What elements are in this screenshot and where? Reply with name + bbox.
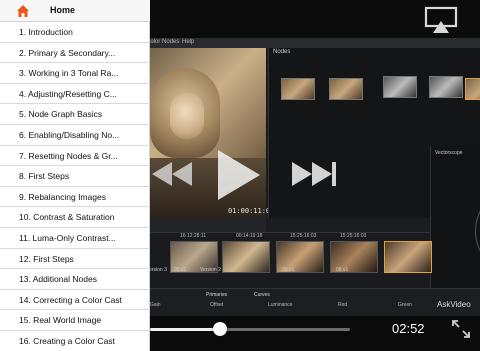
lesson-label: 9. Rebalancing Images <box>19 191 106 202</box>
home-icon[interactable] <box>16 4 30 18</box>
page-title: Home <box>50 5 76 15</box>
timeline-clip <box>222 241 270 273</box>
viewer-controls <box>140 218 266 232</box>
lesson-item[interactable]: 16. Creating a Color Cast <box>0 331 150 351</box>
rewind-icon[interactable] <box>150 160 194 188</box>
lesson-label: 13. Additional Nodes <box>19 274 97 285</box>
clip-label: Version 2 <box>200 267 221 273</box>
node-03 <box>383 76 417 98</box>
lesson-label: 2. Primary & Secondary... <box>19 47 116 58</box>
lesson-item[interactable]: 6. Enabling/Disabling No... <box>0 125 150 146</box>
scrubber-fill <box>150 328 220 331</box>
lesson-item[interactable]: 2. Primary & Secondary... <box>0 43 150 64</box>
vectorscope-title: Vectorscope <box>435 150 463 156</box>
node-04 <box>429 76 463 98</box>
lesson-label: 11. Luma-Only Contrast... <box>19 232 116 243</box>
timeline-clip <box>384 241 432 273</box>
lesson-item[interactable]: 10. Contrast & Saturation <box>0 207 150 228</box>
menu-nodes: Nodes <box>162 39 180 45</box>
vectorscope-panel: Vectorscope <box>430 146 480 296</box>
lesson-label: 7. Resetting Nodes & Gr... <box>19 150 118 161</box>
lesson-item[interactable]: 14. Correcting a Color Cast <box>0 290 150 311</box>
lesson-label: 10. Contrast & Saturation <box>19 212 115 223</box>
clip-label: 05 v1 <box>282 267 295 273</box>
video-player: Color Nodes Help 01:00:11:06 Nodes Vecto… <box>0 0 480 351</box>
node-05 <box>465 78 480 100</box>
lesson-label: 5. Node Graph Basics <box>19 109 103 120</box>
scrubber-thumb[interactable] <box>213 322 227 336</box>
lesson-label: 4. Adjusting/Resetting C... <box>19 88 117 99</box>
lesson-item[interactable]: 5. Node Graph Basics <box>0 104 150 125</box>
lesson-item[interactable]: 1. Introduction <box>0 22 150 43</box>
lesson-item[interactable]: 11. Luma-Only Contrast... <box>0 228 150 249</box>
lesson-list: 1. Introduction 2. Primary & Secondary...… <box>0 22 150 351</box>
airplay-icon[interactable] <box>424 6 458 34</box>
lesson-item[interactable]: 15. Real World Image <box>0 310 150 331</box>
clip-timecode: 16:12:28:11 <box>180 233 207 239</box>
color-wheels-panel: Primaries Curves Gain Offset Luminance R… <box>140 288 480 316</box>
curve-label-red: Red <box>338 302 348 308</box>
lesson-item[interactable]: 3. Working in 3 Tonal Ra... <box>0 63 150 84</box>
play-icon[interactable] <box>216 148 262 202</box>
lesson-sidebar: Home 1. Introduction 2. Primary & Seconda… <box>0 0 150 351</box>
fast-forward-icon[interactable] <box>290 160 338 188</box>
curve-label-luminance: Luminance <box>268 302 293 308</box>
clip-timecode: 15:25:16:03 <box>290 233 317 239</box>
menu-help: Help <box>182 39 195 45</box>
wheel-label-gain: Gain <box>150 302 161 308</box>
node-02 <box>329 78 363 100</box>
wheel-label-offset: Offset <box>210 302 224 308</box>
progress-scrubber[interactable] <box>150 320 350 340</box>
lesson-item[interactable]: 12. First Steps <box>0 249 150 270</box>
watermark-logo: AskVideo <box>437 300 471 309</box>
lesson-label: 1. Introduction <box>19 27 73 37</box>
lesson-item[interactable]: 8. First Steps <box>0 166 150 187</box>
tab-curves: Curves <box>254 292 270 298</box>
node-01 <box>281 78 315 100</box>
lesson-label: 6. Enabling/Disabling No... <box>19 129 120 140</box>
clip-label: 08 v1 <box>336 267 349 273</box>
lesson-label: 15. Real World Image <box>19 315 102 326</box>
lesson-label: 8. First Steps <box>19 171 70 182</box>
lesson-label: 12. First Steps <box>19 253 74 264</box>
lesson-label: 3. Working in 3 Tonal Ra... <box>19 68 119 79</box>
lesson-label: 16. Creating a Color Cast <box>19 335 115 346</box>
nodes-panel-title: Nodes <box>273 49 291 55</box>
sidebar-header: Home <box>0 0 150 22</box>
lesson-item[interactable]: 7. Resetting Nodes & Gr... <box>0 146 150 167</box>
clip-timecode: 00:14:19:18 <box>236 233 263 239</box>
lesson-label: 14. Correcting a Color Cast <box>19 294 122 305</box>
clip-timecode: 15:25:16:03 <box>340 233 367 239</box>
fullscreen-icon[interactable] <box>450 318 472 340</box>
lesson-item[interactable]: 4. Adjusting/Resetting C... <box>0 84 150 105</box>
lesson-item[interactable]: 9. Rebalancing Images <box>0 187 150 208</box>
clip-label: 05 v1 <box>174 267 187 273</box>
timeline-strip: 16:12:28:11 00:14:19:18 15:25:16:03 15:2… <box>140 232 432 288</box>
curve-label-green: Green <box>398 302 412 308</box>
tab-primaries: Primaries <box>206 292 228 298</box>
current-time: 02:52 <box>392 321 425 336</box>
vectorscope-graticule <box>475 186 480 276</box>
lesson-item[interactable]: 13. Additional Nodes <box>0 269 150 290</box>
